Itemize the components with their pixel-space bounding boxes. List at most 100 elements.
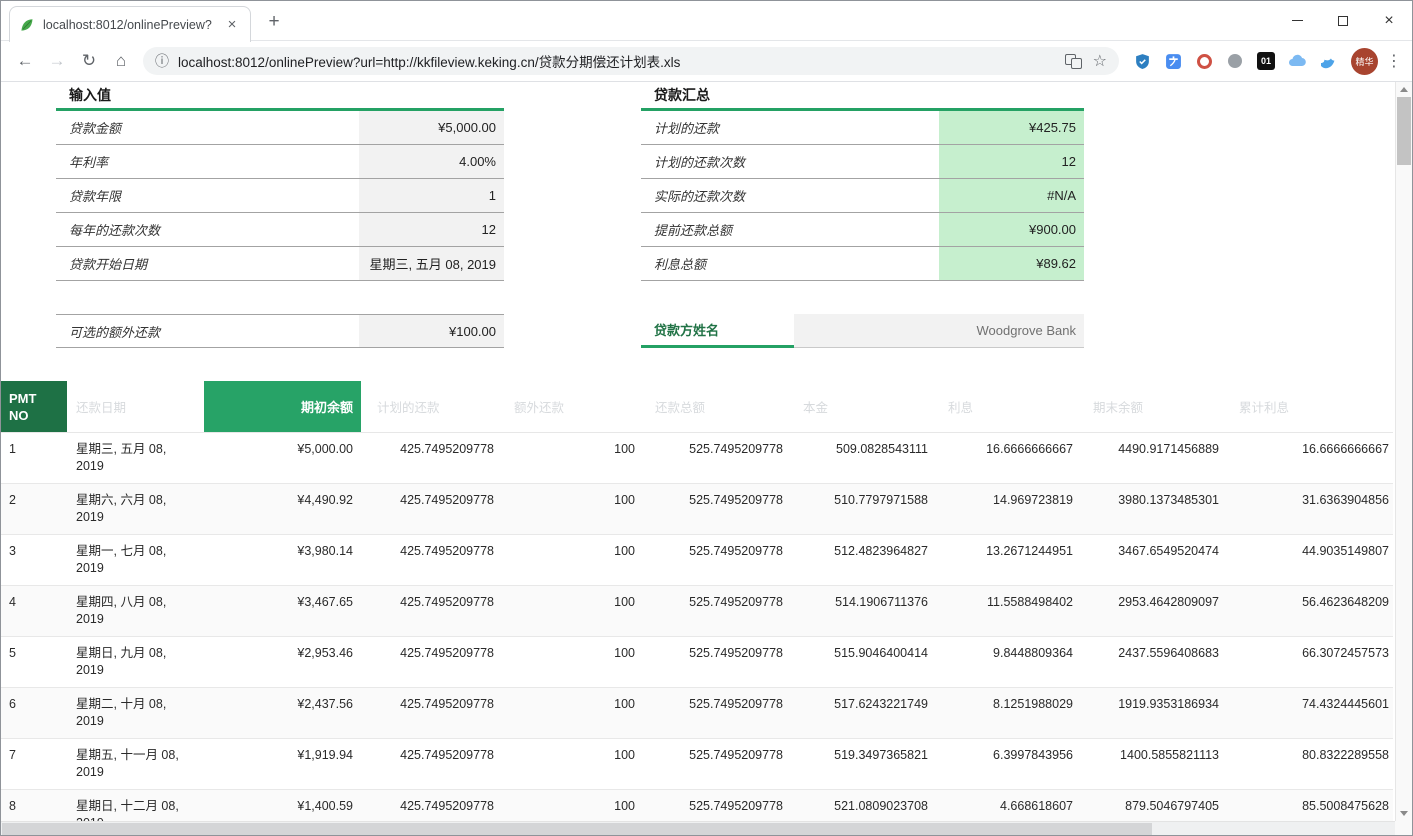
- schedule-cell: ¥5,000.00: [204, 433, 361, 466]
- schedule-cell: 9.8448809364: [932, 637, 1077, 670]
- schedule-cell: 100: [498, 790, 639, 823]
- input-row: 每年的还款次数12: [56, 213, 504, 247]
- schedule-cell: 1: [1, 433, 67, 466]
- schedule-cell: 525.7495209778: [639, 433, 787, 466]
- schedule-cell: 1400.5855821113: [1077, 739, 1223, 772]
- bird-extension-icon[interactable]: [1319, 52, 1337, 70]
- schedule-cell: 100: [498, 484, 639, 517]
- schedule-cell: 519.3497365821: [787, 739, 932, 772]
- gray-extension-icon[interactable]: [1226, 52, 1244, 70]
- scroll-down-button[interactable]: [1396, 806, 1412, 821]
- schedule-cell: 517.6243221749: [787, 688, 932, 721]
- schedule-cell: 510.7797971588: [787, 484, 932, 517]
- close-icon: ×: [1384, 13, 1393, 29]
- bookmark-star-icon[interactable]: ☆: [1093, 51, 1107, 71]
- horizontal-scrollbar[interactable]: [1, 821, 1412, 835]
- schedule-row: 2星期六, 六月 08, 2019¥4,490.92425.7495209778…: [1, 484, 1393, 535]
- extra-payment-row: 可选的额外还款 ¥100.00: [56, 314, 504, 348]
- summary-row-value: 12: [939, 145, 1084, 178]
- schedule-header-cell: 额外还款: [498, 381, 639, 432]
- extra-payment-label: 可选的额外还款: [56, 315, 359, 347]
- cloud-extension-icon[interactable]: [1288, 52, 1306, 70]
- summary-row: 实际的还款次数#N/A: [641, 179, 1084, 213]
- tab-close-icon[interactable]: ×: [223, 16, 241, 34]
- lender-row: 贷款方姓名 Woodgrove Bank: [641, 314, 1084, 348]
- input-row-value: 12: [359, 213, 504, 246]
- schedule-cell: ¥2,437.56: [204, 688, 361, 721]
- browser-menu-icon[interactable]: ⋮: [1384, 51, 1404, 71]
- vertical-scrollbar-thumb[interactable]: [1397, 97, 1411, 165]
- schedule-cell: 56.4623648209: [1223, 586, 1393, 619]
- schedule-cell: 74.4324445601: [1223, 688, 1393, 721]
- schedule-cell: 879.5046797405: [1077, 790, 1223, 823]
- tab-title: localhost:8012/onlinePreview?: [43, 18, 223, 32]
- schedule-cell: 66.3072457573: [1223, 637, 1393, 670]
- lender-label: 贷款方姓名: [641, 314, 794, 348]
- amortization-table-header: PMT NO还款日期期初余额计划的还款额外还款还款总额本金利息期末余额累计利息: [1, 381, 1393, 433]
- schedule-cell: 44.9035149807: [1223, 535, 1393, 568]
- home-button[interactable]: ⌂: [105, 45, 137, 77]
- page-info-icon[interactable]: ⓘ: [155, 51, 169, 71]
- inputs-section: 输入值 贷款金额¥5,000.00年利率4.00%贷款年限1每年的还款次数12贷…: [56, 83, 504, 348]
- schedule-cell: 425.7495209778: [361, 637, 498, 670]
- amortization-table: PMT NO还款日期期初余额计划的还款额外还款还款总额本金利息期末余额累计利息 …: [1, 381, 1393, 835]
- schedule-header-cell: 计划的还款: [361, 381, 498, 432]
- schedule-header-cell: 期末余额: [1077, 381, 1223, 432]
- extra-payment-value: ¥100.00: [359, 315, 504, 347]
- kkfileview-favicon: [19, 17, 35, 33]
- schedule-cell: 85.5008475628: [1223, 790, 1393, 823]
- gray-dot-shape: [1228, 54, 1242, 68]
- scrollbar-corner: [1395, 821, 1412, 835]
- schedule-row: 4星期四, 八月 08, 2019¥3,467.65425.7495209778…: [1, 586, 1393, 637]
- schedule-cell: 3467.6549520474: [1077, 535, 1223, 568]
- input-row: 贷款开始日期星期三, 五月 08, 2019: [56, 247, 504, 281]
- schedule-cell: 4490.9171456889: [1077, 433, 1223, 466]
- schedule-row: 5星期日, 九月 08, 2019¥2,953.46425.7495209778…: [1, 637, 1393, 688]
- schedule-cell: 425.7495209778: [361, 586, 498, 619]
- schedule-cell: 525.7495209778: [639, 790, 787, 823]
- close-button[interactable]: ×: [1366, 1, 1412, 40]
- schedule-header-cell: 还款总额: [639, 381, 787, 432]
- schedule-cell: 星期六, 六月 08, 2019: [67, 484, 204, 534]
- ring-extension-icon[interactable]: [1195, 52, 1213, 70]
- schedule-cell: ¥4,490.92: [204, 484, 361, 517]
- translate-box-front: [1071, 58, 1082, 69]
- horizontal-scrollbar-thumb[interactable]: [2, 823, 1152, 835]
- vertical-scrollbar[interactable]: [1395, 82, 1412, 821]
- profile-avatar[interactable]: 精华: [1351, 48, 1378, 75]
- maximize-button[interactable]: [1320, 1, 1366, 40]
- address-bar[interactable]: ⓘ localhost:8012/onlinePreview?url=http:…: [143, 47, 1119, 75]
- scroll-up-button[interactable]: [1396, 82, 1412, 97]
- forward-button[interactable]: →: [41, 45, 73, 77]
- reload-button[interactable]: ↻: [73, 45, 105, 77]
- schedule-cell: 425.7495209778: [361, 535, 498, 568]
- schedule-cell: 16.6666666667: [1223, 433, 1393, 466]
- new-tab-button[interactable]: +: [261, 9, 287, 35]
- schedule-cell: 100: [498, 739, 639, 772]
- schedule-cell: ¥1,919.94: [204, 739, 361, 772]
- translate-page-icon[interactable]: [1065, 54, 1082, 69]
- schedule-cell: 8: [1, 790, 67, 823]
- schedule-cell: 14.969723819: [932, 484, 1077, 517]
- schedule-cell: 星期四, 八月 08, 2019: [67, 586, 204, 636]
- summary-row-label: 实际的还款次数: [641, 179, 939, 212]
- schedule-header-cell: PMT NO: [1, 381, 67, 432]
- browser-tab[interactable]: localhost:8012/onlinePreview? ×: [9, 6, 251, 42]
- schedule-cell: 525.7495209778: [639, 484, 787, 517]
- schedule-cell: 1919.9353186934: [1077, 688, 1223, 721]
- schedule-cell: 4.668618607: [932, 790, 1077, 823]
- summary-row: 计划的还款次数12: [641, 145, 1084, 179]
- schedule-cell: 星期一, 七月 08, 2019: [67, 535, 204, 585]
- url-text[interactable]: localhost:8012/onlinePreview?url=http://…: [178, 51, 1054, 71]
- navigation-bar: ← → ↻ ⌂ ⓘ localhost:8012/onlinePreview?u…: [1, 41, 1412, 82]
- counter-extension-icon[interactable]: 01: [1257, 52, 1275, 70]
- schedule-cell: ¥3,980.14: [204, 535, 361, 568]
- schedule-cell: 2437.5596408683: [1077, 637, 1223, 670]
- minimize-button[interactable]: [1274, 1, 1320, 40]
- translate-extension-icon[interactable]: [1164, 52, 1182, 70]
- input-row-value: ¥5,000.00: [359, 111, 504, 144]
- shield-extension-icon[interactable]: [1133, 52, 1151, 70]
- back-button[interactable]: ←: [9, 45, 41, 77]
- summary-row-label: 计划的还款: [641, 111, 939, 144]
- extensions-area: 01: [1133, 52, 1337, 70]
